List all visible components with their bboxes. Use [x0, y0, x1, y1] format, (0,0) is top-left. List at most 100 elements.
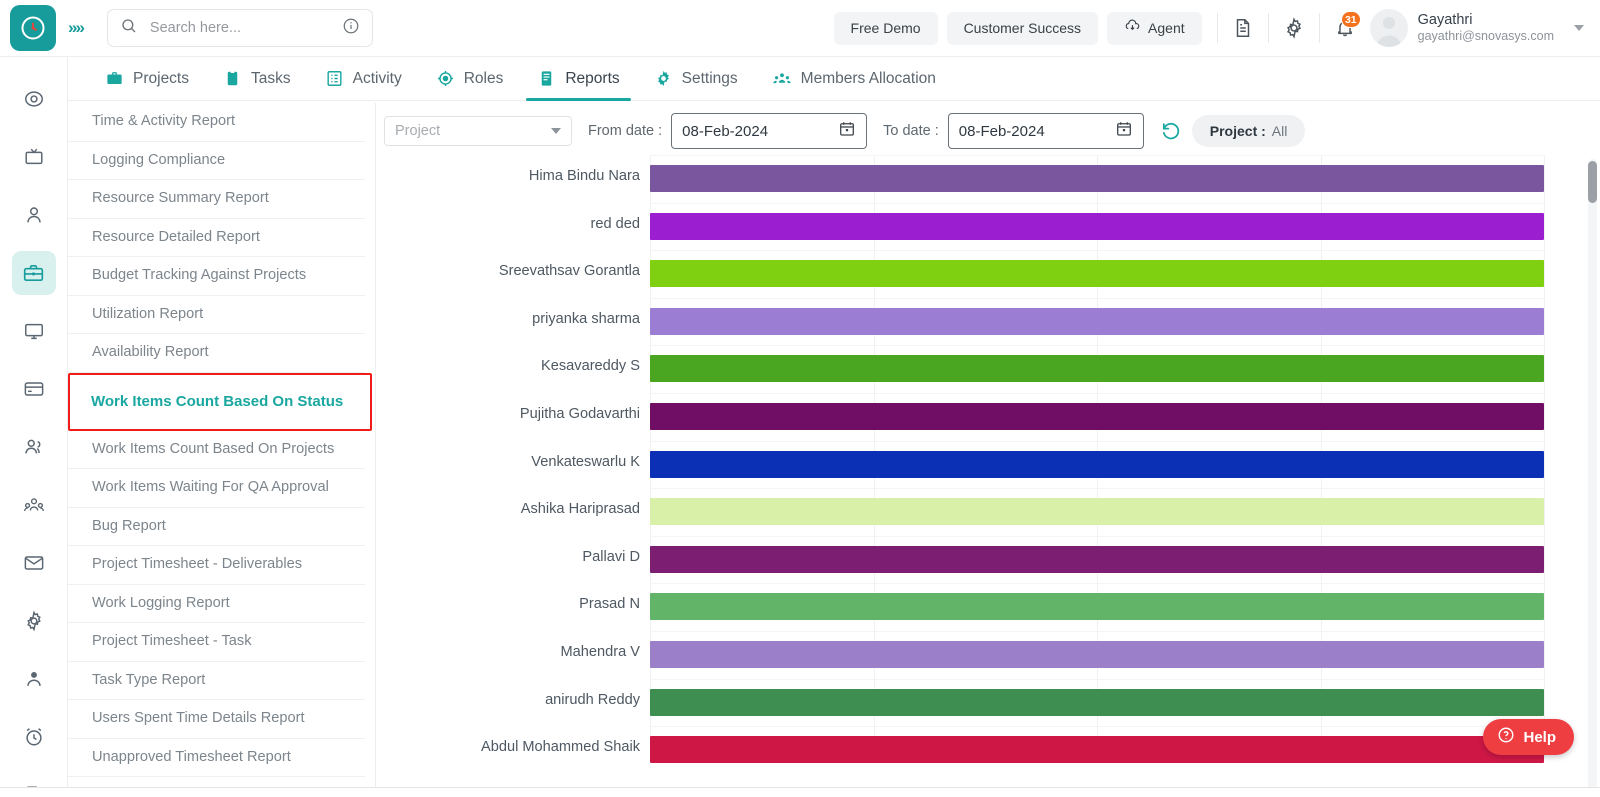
- chart-bar[interactable]: [650, 307, 1544, 335]
- report-list-item[interactable]: Utilization Report: [68, 296, 365, 334]
- free-demo-button[interactable]: Free Demo: [833, 11, 938, 45]
- project-chip-value: All: [1271, 123, 1288, 139]
- tab-members-allocation[interactable]: Members Allocation: [755, 57, 953, 101]
- chart-bar[interactable]: [650, 593, 1544, 621]
- chart-bar[interactable]: [650, 736, 1544, 764]
- chart-bar[interactable]: [650, 688, 1544, 716]
- project-chip-key: Project :: [1209, 123, 1266, 139]
- sidebar-rail-tv[interactable]: [12, 135, 56, 179]
- tab-projects-label: Projects: [133, 69, 189, 87]
- document-icon[interactable]: [1224, 9, 1262, 47]
- sidebar-rail-payments[interactable]: [12, 367, 56, 411]
- chart-bar[interactable]: [650, 355, 1544, 383]
- user-avatar-icon[interactable]: [1369, 9, 1408, 47]
- sidebar-rail-org[interactable]: [12, 483, 56, 527]
- chart-row: Venkateswarlu K: [376, 440, 1560, 489]
- sidebar-rail-dashboard[interactable]: [12, 77, 56, 121]
- report-list-item[interactable]: Availability Report: [68, 334, 365, 373]
- report-list-item[interactable]: Work Items Waiting For QA Approval: [68, 469, 365, 508]
- calendar-icon[interactable]: [838, 120, 856, 143]
- gear-icon[interactable]: [1275, 9, 1313, 47]
- app-logo[interactable]: [10, 5, 56, 51]
- chevron-down-icon: [551, 128, 561, 134]
- chart-bar[interactable]: [650, 165, 1544, 192]
- chart-plot-area: Hima Bindu Nara red ded Sreevathsav Gorant…: [376, 153, 1560, 797]
- chart-category-label: Sreevathsav Gorantla: [498, 263, 640, 280]
- tab-tasks[interactable]: Tasks: [206, 57, 308, 101]
- report-list-item[interactable]: Bug Report: [68, 508, 365, 546]
- tab-settings[interactable]: Settings: [637, 57, 755, 101]
- chart-category-label: Venkateswarlu K: [531, 453, 640, 470]
- chart-gridline-horizontal: [650, 535, 1544, 537]
- double-chevron-right-icon[interactable]: »»: [68, 18, 85, 38]
- report-list-item[interactable]: Resource Summary Report: [68, 180, 365, 219]
- from-date-input[interactable]: 08-Feb-2024: [671, 113, 868, 149]
- search-input[interactable]: [149, 20, 342, 36]
- report-list-item[interactable]: Project Timesheet - Deliverables: [68, 546, 365, 585]
- sidebar-rail-timer[interactable]: [12, 715, 56, 759]
- tab-projects[interactable]: Projects: [88, 57, 206, 101]
- report-list-item[interactable]: Task Type Report: [68, 662, 365, 700]
- chart-category-label: Ashika Hariprasad: [520, 501, 640, 518]
- report-list-item[interactable]: Project Timesheet - Task: [68, 623, 365, 662]
- report-list-item[interactable]: Time & Activity Report: [68, 103, 365, 142]
- chart-bar[interactable]: [650, 545, 1544, 573]
- report-list-item[interactable]: Unapproved Timesheet Report: [68, 739, 365, 777]
- chart-row: Mahendra V: [376, 631, 1560, 679]
- user-info[interactable]: Gayathri gayathri@snovasys.com: [1418, 11, 1554, 45]
- top-header: »» Free Demo Customer Success: [0, 0, 1600, 57]
- notification-badge: 31: [1340, 11, 1361, 28]
- sidebar-rail-monitor[interactable]: [12, 309, 56, 353]
- report-list-item[interactable]: Work Items Count Based On Projects: [68, 431, 365, 469]
- sidebar-rail-settings[interactable]: [12, 599, 56, 643]
- tab-activity[interactable]: Activity: [308, 57, 419, 101]
- notifications-button[interactable]: 31: [1326, 9, 1364, 47]
- chart-category-label: Pallavi D: [582, 548, 640, 565]
- agent-button[interactable]: Agent: [1107, 11, 1202, 45]
- report-list-item-label: Users Spent Time Details Report: [92, 710, 305, 727]
- refresh-reset-icon[interactable]: [1160, 120, 1182, 142]
- report-list-item-label: Work Items Count Based On Status: [91, 392, 344, 410]
- calendar-icon[interactable]: [1115, 120, 1133, 143]
- project-select[interactable]: Project: [384, 116, 572, 146]
- chart-scrollbar-thumb[interactable]: [1588, 161, 1597, 203]
- chart-bar[interactable]: [650, 212, 1544, 240]
- report-list-item-selected[interactable]: Work Items Count Based On Status: [68, 372, 372, 431]
- chart-bar[interactable]: [650, 641, 1544, 668]
- sidebar-rail-projects[interactable]: [11, 251, 56, 295]
- customer-success-button[interactable]: Customer Success: [946, 11, 1099, 45]
- help-button[interactable]: Help: [1483, 719, 1574, 755]
- to-date-input[interactable]: 08-Feb-2024: [947, 113, 1144, 149]
- chart-bar[interactable]: [650, 403, 1544, 430]
- sidebar-rail-user[interactable]: [12, 193, 56, 237]
- project-filter-chip[interactable]: Project : All: [1191, 115, 1306, 147]
- report-list-item[interactable]: Logging Compliance: [68, 142, 365, 180]
- sidebar-rail-mail[interactable]: [12, 541, 56, 585]
- user-name: Gayathri: [1417, 12, 1473, 29]
- free-demo-label: Free Demo: [850, 20, 921, 36]
- chart-bar[interactable]: [650, 498, 1544, 526]
- report-list-item[interactable]: Users Spent Time Details Report: [68, 700, 365, 739]
- info-circle-icon[interactable]: [342, 17, 360, 40]
- project-select-value: Project: [395, 123, 441, 139]
- customer-success-label: Customer Success: [963, 20, 1082, 36]
- chevron-down-icon[interactable]: [1574, 25, 1584, 31]
- chart-bar[interactable]: [650, 450, 1544, 478]
- chart-bar[interactable]: [650, 260, 1544, 288]
- report-list-item[interactable]: Budget Tracking Against Projects: [68, 257, 365, 296]
- sidebar-rail-teams[interactable]: [12, 425, 56, 469]
- report-list-item[interactable]: Resource Detailed Report: [68, 219, 365, 257]
- sidebar-rail-profile[interactable]: [12, 657, 56, 701]
- tab-settings-label: Settings: [681, 69, 738, 87]
- user-email: gayathri@snovasys.com: [1417, 29, 1554, 44]
- to-date-value: 08-Feb-2024: [958, 122, 1045, 140]
- search-box[interactable]: [106, 9, 373, 47]
- chart-row: Abdul Mohammed Shaik: [376, 726, 1560, 774]
- report-list-item[interactable]: Work Logging Report: [68, 585, 365, 623]
- tab-reports[interactable]: Reports: [520, 57, 636, 101]
- chart-scrollbar-track[interactable]: [1588, 159, 1597, 789]
- chart-category-label: Prasad N: [579, 596, 640, 613]
- header-divider-2: [1267, 13, 1269, 43]
- header-divider-3: [1318, 13, 1320, 43]
- tab-roles[interactable]: Roles: [419, 57, 521, 101]
